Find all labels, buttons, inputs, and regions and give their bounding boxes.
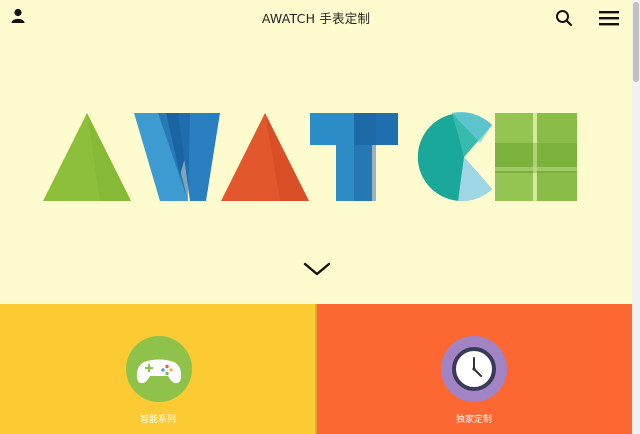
vertical-scrollbar[interactable] xyxy=(632,0,640,434)
site-title: AWATCH 手表定制 xyxy=(261,11,371,26)
search-button[interactable] xyxy=(555,9,573,27)
logo-letter-a-orange xyxy=(221,113,309,201)
header: AWATCH 手表定制 xyxy=(0,0,632,36)
tile-label-exclusive-custom: 独家定制 xyxy=(455,415,492,425)
tile-exclusive-custom[interactable]: 独家定制 xyxy=(316,304,632,434)
logo-letter-c-teal xyxy=(417,112,492,202)
tile-divider xyxy=(315,304,317,434)
gamepad-icon xyxy=(136,359,182,384)
tile-label-smart-series: 智能系列 xyxy=(139,415,176,425)
hamburger-menu-icon xyxy=(599,11,619,26)
logo-letter-h-green xyxy=(495,113,577,201)
tile-icon-circle xyxy=(126,336,192,402)
clock-icon xyxy=(452,347,496,391)
logo-letter-w-blue xyxy=(134,113,220,201)
tile-smart-series[interactable]: 智能系列 xyxy=(0,304,316,434)
search-icon xyxy=(556,10,573,27)
awatch-logo xyxy=(40,105,585,209)
logo-letter-t-blue xyxy=(310,113,398,201)
menu-button[interactable] xyxy=(598,9,620,27)
page: AWATCH 手表定制 智能系列 独家定制 xyxy=(0,0,640,434)
chevron-down-icon xyxy=(303,262,331,276)
logo-letter-a-green xyxy=(43,113,131,201)
tile-icon-circle xyxy=(441,336,507,402)
scrollbar-thumb[interactable] xyxy=(633,2,639,82)
scroll-down-button[interactable] xyxy=(302,258,332,280)
